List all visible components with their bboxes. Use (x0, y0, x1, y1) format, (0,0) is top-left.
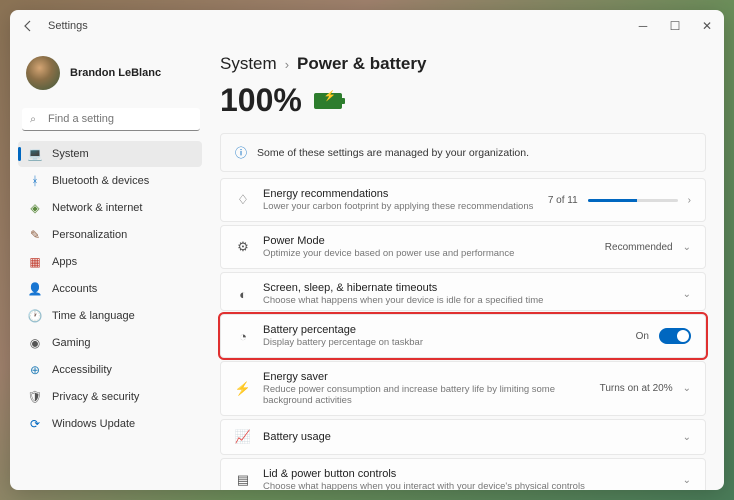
nav-icon: ◉ (28, 336, 42, 350)
battery-pct-state: On (636, 331, 649, 342)
nav-icon: 💻 (28, 147, 42, 161)
sidebar-item-windows-update[interactable]: ⟳ Windows Update (18, 411, 202, 437)
sidebar-item-label: Accessibility (52, 364, 112, 376)
sidebar-item-label: System (52, 148, 89, 160)
card-title: Energy saver (263, 371, 588, 383)
battery-percent-icon: ◔ (235, 328, 251, 344)
search-icon: ⌕ (30, 113, 36, 126)
energy-saver-card[interactable]: ⚡ Energy saver Reduce power consumption … (220, 361, 706, 416)
sleep-timeouts-card[interactable]: ◐ Screen, sleep, & hibernate timeouts Ch… (220, 272, 706, 311)
card-sub: Optimize your device based on power use … (263, 248, 593, 259)
sidebar-item-label: Personalization (52, 229, 127, 241)
sidebar-item-system[interactable]: 💻 System (18, 141, 202, 167)
nav-icon: ⊕ (28, 363, 42, 377)
lid-power-card[interactable]: ▤ Lid & power button controls Choose wha… (220, 458, 706, 490)
card-sub: Lower your carbon footprint by applying … (263, 201, 536, 212)
sidebar-item-accounts[interactable]: 👤 Accounts (18, 276, 202, 302)
battery-status: 100% ⚡ (220, 82, 706, 119)
energy-progress (588, 199, 678, 202)
sidebar-item-network-internet[interactable]: ◈ Network & internet (18, 195, 202, 221)
card-sub: Choose what happens when you interact wi… (263, 481, 671, 490)
sidebar-item-apps[interactable]: ▦ Apps (18, 249, 202, 275)
chevron-right-icon: › (285, 57, 289, 72)
search-box: ⌕ (22, 108, 200, 131)
card-title: Energy recommendations (263, 188, 536, 200)
battery-usage-card[interactable]: 📈 Battery usage ⌄ (220, 419, 706, 455)
battery-percent-value: 100% (220, 82, 302, 119)
banner-text: Some of these settings are managed by yo… (257, 147, 529, 159)
power-mode-icon: ⚙ (235, 239, 251, 255)
sidebar-item-label: Windows Update (52, 418, 135, 430)
main-content: System › Power & battery 100% ⚡ ⓘ Some o… (210, 42, 724, 490)
leaf-icon: ♢ (235, 192, 251, 208)
chevron-down-icon: ⌄ (683, 242, 691, 253)
battery-percentage-card[interactable]: ◔ Battery percentage Display battery per… (220, 314, 706, 358)
sidebar: Brandon LeBlanc ⌕ 💻 System ᚼ Bluetooth & de… (10, 42, 210, 490)
card-title: Screen, sleep, & hibernate timeouts (263, 282, 671, 294)
energy-count: 7 of 11 (548, 195, 578, 206)
sidebar-item-label: Accounts (52, 283, 97, 295)
sidebar-item-label: Apps (52, 256, 77, 268)
sidebar-item-privacy-security[interactable]: 🛡 Privacy & security (18, 384, 202, 410)
card-title: Power Mode (263, 235, 593, 247)
profile[interactable]: Brandon LeBlanc (18, 50, 210, 104)
breadcrumb: System › Power & battery (220, 54, 706, 74)
nav-icon: ▦ (28, 255, 42, 269)
maximize-button[interactable]: ☐ (668, 19, 682, 33)
nav-icon: ◈ (28, 201, 42, 215)
sidebar-item-label: Gaming (52, 337, 91, 349)
card-sub: Display battery percentage on taskbar (263, 337, 624, 348)
nav-list: 💻 System ᚼ Bluetooth & devices ◈ Network & in… (18, 141, 210, 437)
close-button[interactable]: ✕ (700, 19, 714, 33)
nav-icon: ✎ (28, 228, 42, 242)
battery-pct-toggle[interactable] (659, 328, 691, 344)
minimize-button[interactable]: ─ (636, 19, 650, 33)
settings-window: Settings ─ ☐ ✕ Brandon LeBlanc ⌕ 💻 System… (10, 10, 724, 490)
power-mode-value: Recommended (605, 242, 673, 253)
card-sub: Reduce power consumption and increase ba… (263, 384, 588, 406)
sidebar-item-personalization[interactable]: ✎ Personalization (18, 222, 202, 248)
chevron-down-icon: ⌄ (683, 475, 691, 486)
chart-icon: 📈 (235, 429, 251, 445)
lid-icon: ▤ (235, 472, 251, 488)
card-title: Battery usage (263, 431, 671, 443)
energy-saver-icon: ⚡ (235, 381, 251, 397)
sidebar-item-label: Privacy & security (52, 391, 139, 403)
nav-icon: 🛡 (28, 390, 42, 404)
org-managed-banner: ⓘ Some of these settings are managed by … (220, 133, 706, 172)
sidebar-item-accessibility[interactable]: ⊕ Accessibility (18, 357, 202, 383)
sidebar-item-gaming[interactable]: ◉ Gaming (18, 330, 202, 356)
nav-icon: ⟳ (28, 417, 42, 431)
power-mode-card[interactable]: ⚙ Power Mode Optimize your device based … (220, 225, 706, 269)
card-sub: Choose what happens when your device is … (263, 295, 671, 306)
nav-icon: 🕐 (28, 309, 42, 323)
back-button[interactable] (20, 18, 36, 34)
sidebar-item-label: Bluetooth & devices (52, 175, 149, 187)
sidebar-item-label: Time & language (52, 310, 135, 322)
avatar (26, 56, 60, 90)
battery-icon: ⚡ (314, 93, 342, 109)
titlebar: Settings ─ ☐ ✕ (10, 10, 724, 42)
chevron-down-icon: ⌄ (683, 289, 691, 300)
breadcrumb-root[interactable]: System (220, 54, 277, 74)
breadcrumb-current: Power & battery (297, 54, 426, 74)
sidebar-item-bluetooth-devices[interactable]: ᚼ Bluetooth & devices (18, 168, 202, 194)
chevron-right-icon: › (688, 195, 691, 206)
chevron-down-icon: ⌄ (683, 432, 691, 443)
card-title: Battery percentage (263, 324, 624, 336)
chevron-down-icon: ⌄ (683, 383, 691, 394)
nav-icon: ᚼ (28, 174, 42, 188)
info-icon: ⓘ (235, 144, 247, 161)
profile-name: Brandon LeBlanc (70, 67, 161, 79)
energy-saver-value: Turns on at 20% (600, 383, 673, 394)
sidebar-item-label: Network & internet (52, 202, 142, 214)
card-title: Lid & power button controls (263, 468, 671, 480)
window-title: Settings (48, 20, 88, 32)
energy-recommendations-card[interactable]: ♢ Energy recommendations Lower your carb… (220, 178, 706, 222)
sleep-icon: ◐ (235, 286, 251, 302)
search-input[interactable] (22, 108, 200, 131)
sidebar-item-time-language[interactable]: 🕐 Time & language (18, 303, 202, 329)
nav-icon: 👤 (28, 282, 42, 296)
